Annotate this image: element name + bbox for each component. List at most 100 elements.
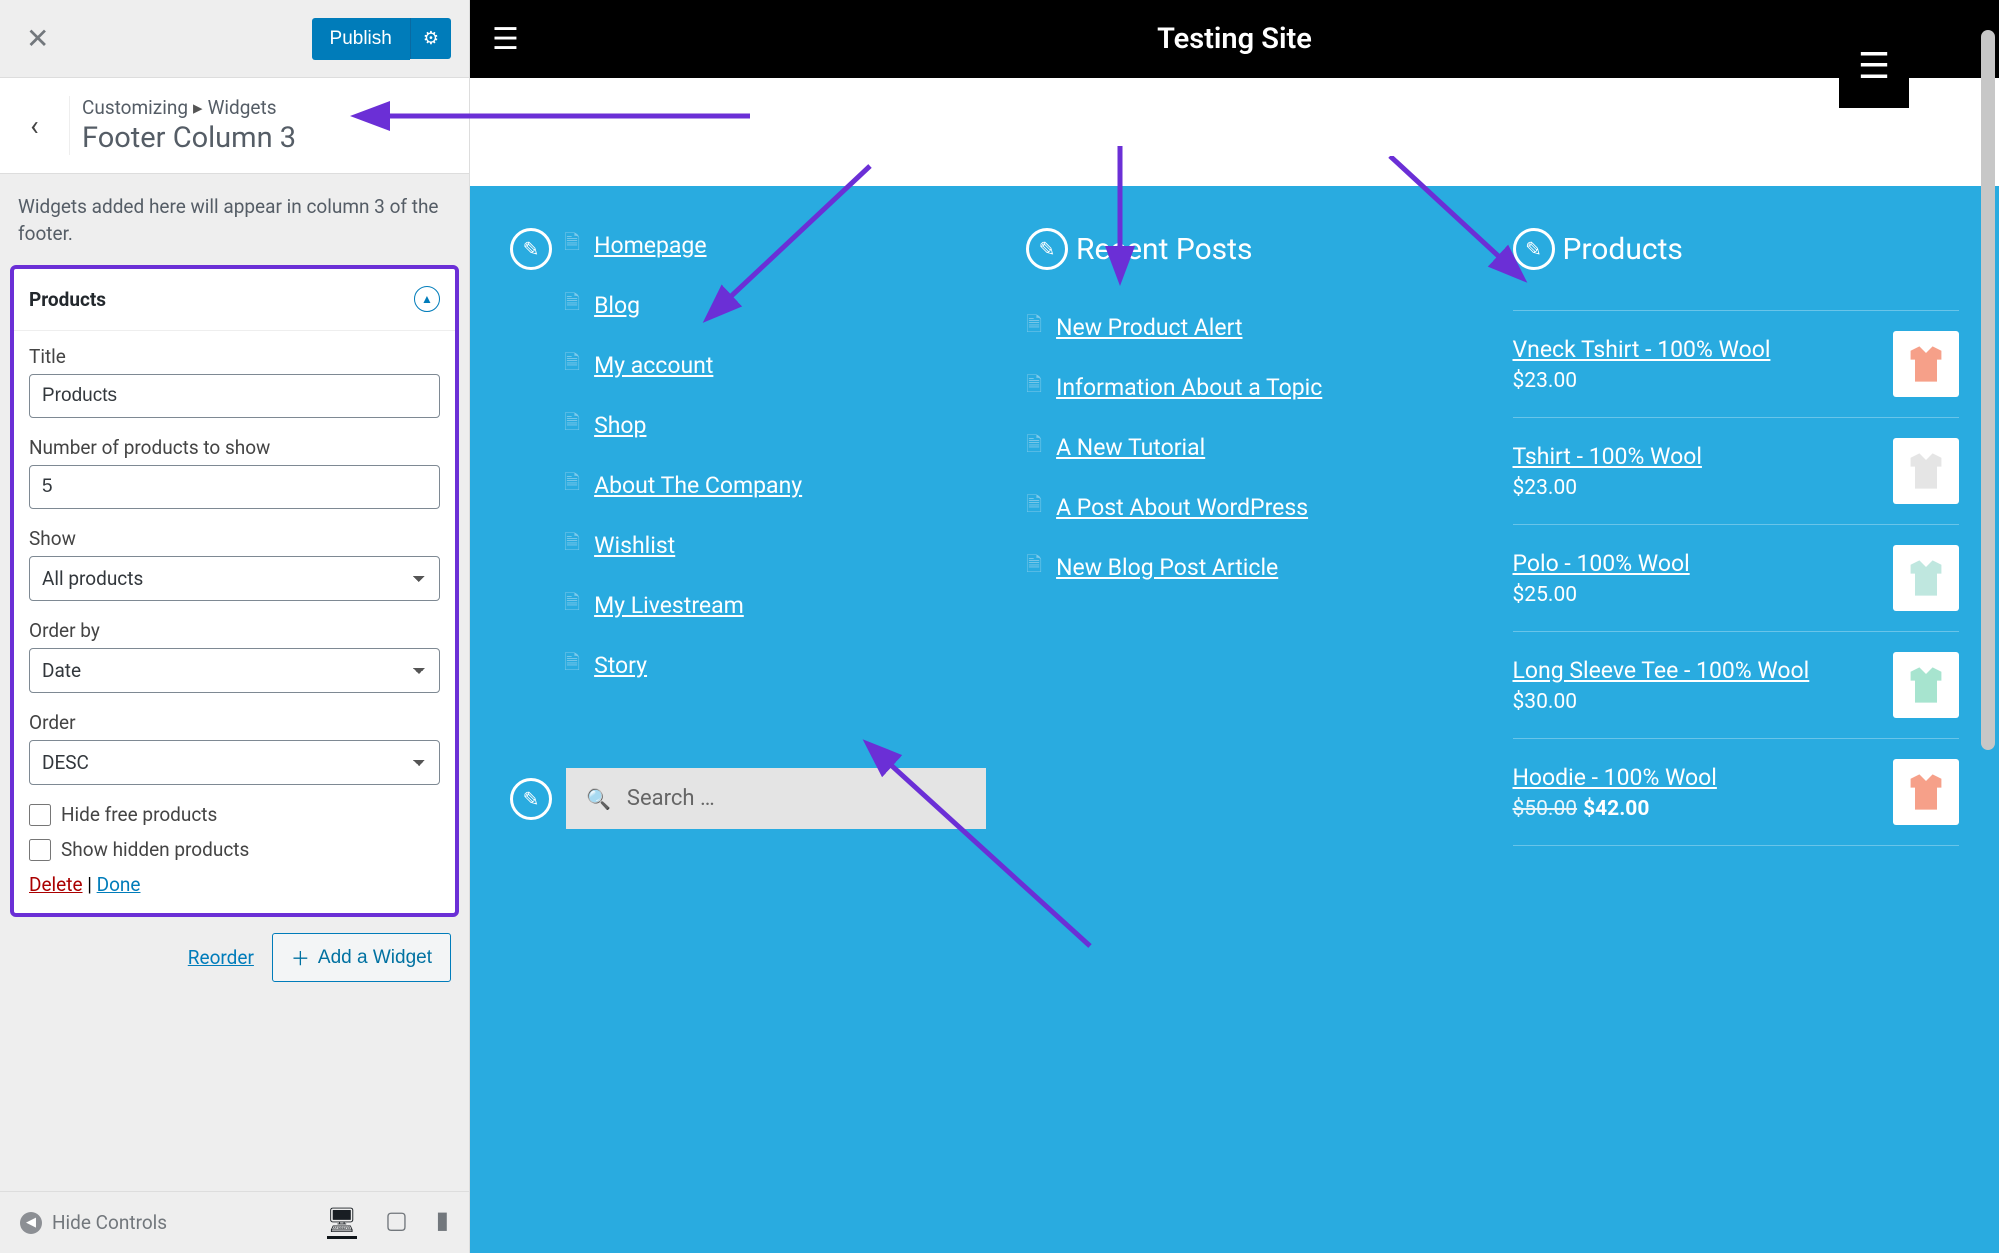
delete-link[interactable]: Delete <box>29 873 83 896</box>
search-icon: 🔍 <box>586 787 611 811</box>
breadcrumb-root: Customizing <box>82 96 188 119</box>
desktop-preview-button[interactable]: 🖥 <box>327 1206 357 1239</box>
publish-button[interactable]: Publish <box>312 18 410 60</box>
product-thumbnail[interactable] <box>1893 759 1959 825</box>
show-hidden-checkbox[interactable] <box>29 839 51 861</box>
document-icon: 🗎 <box>564 528 580 562</box>
list-item: 🗎Story <box>564 648 802 682</box>
back-button[interactable]: ‹ <box>0 96 70 155</box>
list-item: 🗎A Post About WordPress <box>1026 490 1473 524</box>
close-icon[interactable]: ✕ <box>18 22 57 55</box>
hide-controls-label: Hide Controls <box>52 1211 167 1234</box>
nav-link[interactable]: Story <box>594 652 647 679</box>
nav-link[interactable]: About The Company <box>594 472 802 499</box>
product-link[interactable]: Hoodie - 100% Wool <box>1513 764 1717 791</box>
vertical-scrollbar[interactable] <box>1981 0 1995 1253</box>
product-link[interactable]: Tshirt - 100% Wool <box>1513 443 1702 470</box>
product-link[interactable]: Vneck Tshirt - 100% Wool <box>1513 336 1771 363</box>
title-input[interactable] <box>29 374 440 418</box>
section-title: Footer Column 3 <box>82 121 296 155</box>
widget-header-title: Products <box>29 288 106 311</box>
product-row: Hoodie - 100% Wool$50.00$42.00 <box>1513 739 1960 846</box>
list-item: 🗎 Wishlist <box>564 528 802 562</box>
document-icon: 🗎 <box>564 348 580 382</box>
nav-link[interactable]: Wishlist <box>594 532 675 559</box>
product-thumbnail[interactable] <box>1893 331 1959 397</box>
reorder-link[interactable]: Reorder <box>188 946 254 969</box>
order-label: Order <box>29 711 440 734</box>
show-select[interactable]: All products <box>29 556 440 601</box>
edit-widget-icon[interactable]: ✎ <box>510 778 552 820</box>
chevron-right-icon: ▸ <box>193 96 203 119</box>
hide-free-checkbox[interactable] <box>29 804 51 826</box>
show-hidden-label: Show hidden products <box>61 838 249 861</box>
document-icon: 🗎 <box>1026 550 1042 584</box>
preview-topbar: ☰ Testing Site <box>470 0 1999 78</box>
separator: | <box>87 873 96 896</box>
post-link[interactable]: New Product Alert <box>1056 314 1242 341</box>
add-widget-button[interactable]: ＋ Add a Widget <box>272 933 451 982</box>
footer-column-2: ✎ Recent Posts 🗎New Product Alert🗎Inform… <box>1026 228 1473 846</box>
tablet-preview-button[interactable]: ▢ <box>385 1206 408 1239</box>
post-link[interactable]: A New Tutorial <box>1056 434 1205 461</box>
product-link[interactable]: Long Sleeve Tee - 100% Wool <box>1513 657 1810 684</box>
chevron-left-circle-icon: ◀ <box>20 1212 42 1234</box>
edit-widget-icon[interactable]: ✎ <box>1026 228 1068 270</box>
document-icon: 🗎 <box>1026 310 1042 344</box>
nav-link[interactable]: My Livestream <box>594 592 744 619</box>
sidebar-top-bar: ✕ Publish ⚙ <box>0 0 469 78</box>
add-widget-label: Add a Widget <box>318 947 432 969</box>
column-title: Products <box>1563 232 1683 267</box>
product-price: $30.00 <box>1513 690 1810 714</box>
post-link[interactable]: New Blog Post Article <box>1056 554 1278 581</box>
nav-link[interactable]: Blog <box>594 292 640 319</box>
product-row: Long Sleeve Tee - 100% Wool $30.00 <box>1513 632 1960 739</box>
document-icon: 🗎 <box>1026 370 1042 404</box>
search-input[interactable]: 🔍 Search … <box>566 768 986 829</box>
edit-widget-icon[interactable]: ✎ <box>510 228 552 270</box>
hide-controls-button[interactable]: ◀ Hide Controls <box>20 1211 167 1234</box>
document-icon: 🗎 <box>564 288 580 322</box>
list-item: 🗎 My Livestream <box>564 588 802 622</box>
post-link[interactable]: Information About a Topic <box>1056 374 1322 401</box>
document-icon: 🗎 <box>564 468 580 502</box>
customizer-sidebar: ✕ Publish ⚙ ‹ Customizing▸Widgets Footer… <box>0 0 470 1253</box>
post-link[interactable]: A Post About WordPress <box>1056 494 1308 521</box>
hide-free-label: Hide free products <box>61 803 217 826</box>
collapse-toggle[interactable]: ▲ <box>414 286 440 312</box>
sidebar-footer-actions: Reorder ＋ Add a Widget <box>0 915 469 1000</box>
order-select[interactable]: DESC <box>29 740 440 785</box>
publish-settings-button[interactable]: ⚙ <box>410 18 451 59</box>
breadcrumb: Customizing▸Widgets <box>82 96 296 119</box>
footer-column-3: ✎ Products Vneck Tshirt - 100% Wool$23.0… <box>1513 228 1960 846</box>
document-icon: 🗎 <box>1026 430 1042 464</box>
plus-icon: ＋ <box>291 944 310 971</box>
product-thumbnail[interactable] <box>1893 438 1959 504</box>
widget-body: Title Number of products to show Show Al… <box>13 331 456 914</box>
nav-link[interactable]: Shop <box>594 412 646 439</box>
search-placeholder: Search … <box>627 786 715 811</box>
widget-actions: Delete | Done <box>29 873 440 896</box>
product-link[interactable]: Polo - 100% Wool <box>1513 550 1690 577</box>
breadcrumb-leaf[interactable]: Widgets <box>208 96 277 119</box>
edit-widget-icon[interactable]: ✎ <box>1513 228 1555 270</box>
product-thumbnail[interactable] <box>1893 652 1959 718</box>
nav-link[interactable]: My account <box>594 352 713 379</box>
nav-link[interactable]: Homepage <box>594 232 706 259</box>
menu-icon[interactable]: ☰ <box>492 22 519 57</box>
product-thumbnail[interactable] <box>1893 545 1959 611</box>
mobile-preview-button[interactable]: ▮ <box>436 1206 449 1239</box>
done-link[interactable]: Done <box>97 873 141 896</box>
footer-column-1: ✎ 🗎Homepage🗎Blog🗎My account🗎Shop🗎About T… <box>510 228 986 846</box>
document-icon: 🗎 <box>564 588 580 622</box>
list-item: 🗎Shop <box>564 408 802 442</box>
widget-header[interactable]: Products ▲ <box>13 268 456 331</box>
menu-toggle-button[interactable]: ☰ <box>1839 24 1909 108</box>
scrollbar-thumb[interactable] <box>1981 30 1995 750</box>
list-item: 🗎Homepage <box>564 228 802 262</box>
num-label: Number of products to show <box>29 436 440 459</box>
orderby-select[interactable]: Date <box>29 648 440 693</box>
num-input[interactable] <box>29 465 440 509</box>
product-row: Polo - 100% Wool$25.00 <box>1513 525 1960 632</box>
section-description: Widgets added here will appear in column… <box>0 174 469 267</box>
